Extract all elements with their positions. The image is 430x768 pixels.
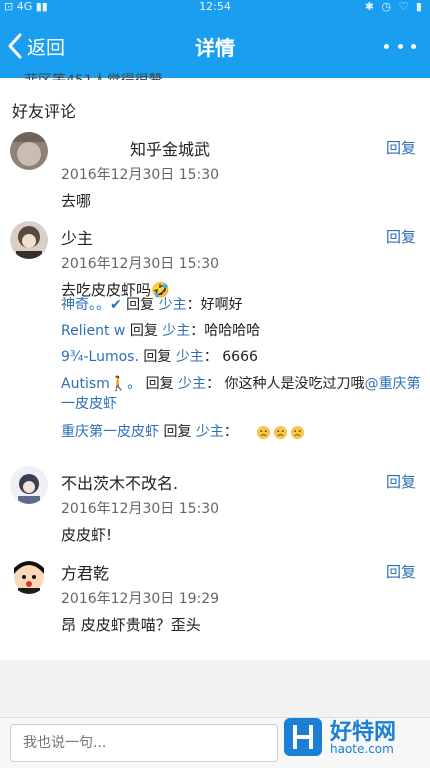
bottom-spacer: [0, 660, 430, 717]
status-icons: ✱ ◷ ♡ ▮: [364, 0, 424, 13]
sub-reply: Autism🚶。 回复 少主： 你这种人是没吃过刀哦@重庆第一皮皮虾: [61, 374, 421, 414]
comment-author[interactable]: 少主: [61, 225, 93, 249]
reply-text: ：好啊好: [186, 297, 243, 313]
reply-verb: 回复: [159, 424, 196, 440]
reply-to[interactable]: 少主: [196, 424, 224, 440]
comment-time: 2016年12月30日 19:29: [61, 591, 220, 607]
nav-bar: 返回 详情: [0, 14, 430, 78]
reply-verb: 回复: [125, 323, 163, 339]
reply-to[interactable]: 少主: [159, 297, 187, 313]
sub-reply: 9¾-Lumos. 回复 少主： 6666: [61, 347, 421, 367]
reply-text: ：: [223, 424, 238, 440]
sad-face-icon: [274, 425, 288, 439]
comment-time: 2016年12月30日 15:30: [61, 167, 220, 183]
comment-author[interactable]: 方君乾: [61, 560, 109, 584]
avatar[interactable]: [10, 132, 48, 170]
more-dots-icon[interactable]: [384, 34, 416, 58]
comment-time: 2016年12月30日 15:30: [61, 501, 220, 517]
reply-button[interactable]: 回复: [386, 226, 416, 247]
reply-button[interactable]: 回复: [386, 137, 416, 158]
sub-reply: Relient w 回复 少主：哈哈哈哈: [61, 321, 421, 341]
page-title: 详情: [195, 36, 235, 60]
reply-to[interactable]: 少主: [162, 323, 190, 339]
reply-from[interactable]: 9¾-Lumos.: [61, 349, 139, 365]
reply-text: ： 6666: [203, 349, 258, 365]
watermark: 好特网 haote.com: [280, 712, 430, 767]
reply-verb: 回复: [121, 297, 159, 313]
sad-face-icon: [291, 425, 305, 439]
avatar[interactable]: [10, 221, 48, 259]
comment-text: 去哪: [61, 192, 92, 210]
comment-author[interactable]: 知乎金城武: [130, 136, 210, 160]
reply-from[interactable]: 重庆第一皮皮虾: [61, 424, 159, 440]
reply-to[interactable]: 少主: [178, 376, 206, 392]
logo-h-icon: [284, 718, 322, 756]
watermark-url: haote.com: [330, 742, 394, 756]
reply-from[interactable]: Autism🚶。: [61, 376, 141, 392]
reply-button[interactable]: 回复: [386, 471, 416, 492]
comment-text: 皮皮虾!: [61, 526, 113, 544]
sub-reply: 重庆第一皮皮虾 回复 少主：: [61, 422, 421, 442]
reply-from[interactable]: Relient w: [61, 323, 125, 339]
reply-text: ： 你这种人是没吃过刀哦: [206, 376, 365, 392]
reply-from[interactable]: 神奇。。✔: [61, 297, 122, 313]
avatar[interactable]: [10, 556, 48, 594]
reply-button[interactable]: 回复: [386, 561, 416, 582]
reply-text: ：哈哈哈哈: [190, 323, 261, 339]
reply-verb: 回复: [138, 349, 176, 365]
reply-verb: 回复: [141, 376, 179, 392]
comment-time: 2016年12月30日 15:30: [61, 256, 220, 272]
likes-line: 、菲区等451人觉得很赞: [10, 70, 163, 80]
comment-text: 昂 皮皮虾贵喵？歪头: [61, 616, 201, 634]
reply-to[interactable]: 少主: [176, 349, 204, 365]
sub-reply: 神奇。。✔ 回复 少主：好啊好: [61, 295, 421, 315]
avatar[interactable]: [10, 466, 48, 504]
comment-input[interactable]: [10, 724, 278, 762]
emoji-group: [256, 425, 305, 440]
status-bar: ⊡ 4G ▮▮ 12:54 ✱ ◷ ♡ ▮: [0, 0, 430, 14]
sad-face-icon: [257, 425, 271, 439]
section-title: 好友评论: [12, 102, 77, 121]
comment-author[interactable]: 不出茨木不改名.: [61, 470, 178, 494]
